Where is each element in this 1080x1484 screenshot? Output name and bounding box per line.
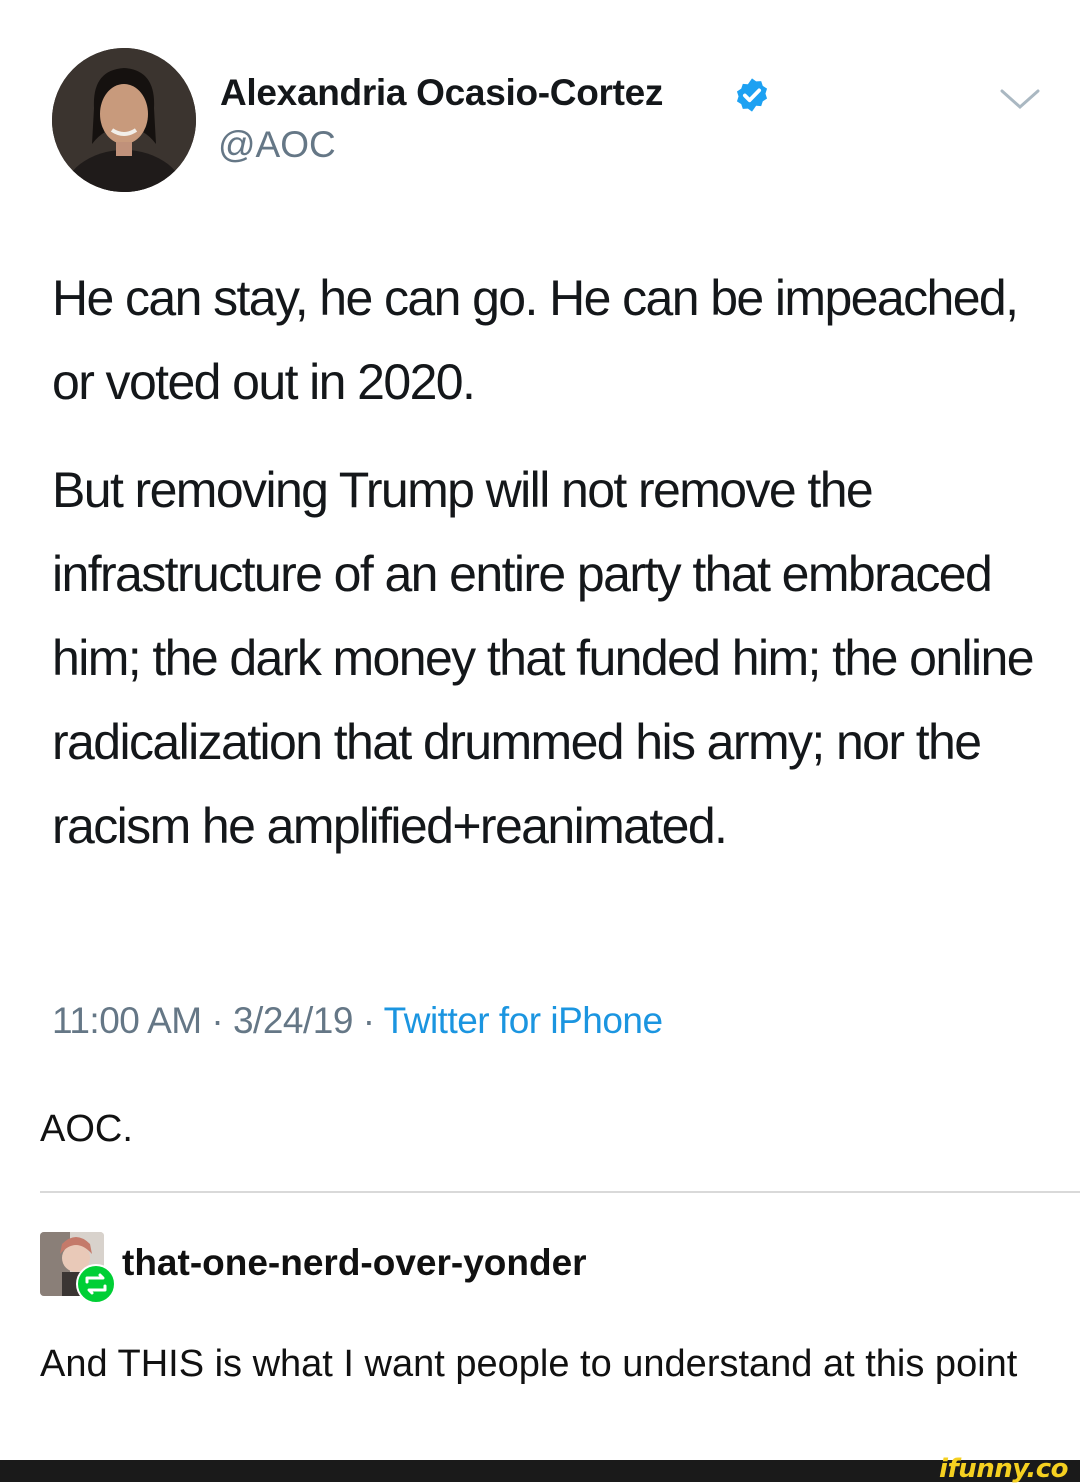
- reblog-comment: And THIS is what I want people to unders…: [40, 1343, 1018, 1385]
- meta-separator: ·: [362, 1000, 375, 1041]
- watermark-logo: ifunny.co: [939, 1454, 1068, 1484]
- reblog-icon: [76, 1264, 116, 1304]
- footer-bar: [0, 1460, 1080, 1482]
- chevron-down-icon[interactable]: [998, 86, 1042, 112]
- author-avatar[interactable]: [52, 48, 196, 192]
- verified-badge-icon: [736, 78, 768, 112]
- tweet-source-link[interactable]: Twitter for iPhone: [384, 1000, 663, 1041]
- post-caption: AOC.: [40, 1108, 133, 1150]
- tweet-time[interactable]: 11:00 AM: [52, 1000, 202, 1041]
- author-name[interactable]: Alexandria Ocasio-Cortez: [220, 72, 663, 114]
- divider: [40, 1191, 1080, 1193]
- tweet-paragraph: But removing Trump will not remove the i…: [52, 462, 1035, 854]
- tweet-text: He can stay, he can go. He can be impeac…: [52, 256, 1052, 868]
- tweet-card: Alexandria Ocasio-Cortez @AOC He can sta…: [0, 0, 1080, 1080]
- reblogger-username[interactable]: that-one-nerd-over-yonder: [122, 1242, 587, 1284]
- tweet-meta: 11:00 AM · 3/24/19 · Twitter for iPhone: [52, 1000, 663, 1042]
- meta-separator: ·: [211, 1000, 224, 1041]
- tweet-paragraph: He can stay, he can go. He can be impeac…: [52, 270, 1019, 410]
- author-handle[interactable]: @AOC: [218, 124, 336, 166]
- tweet-date[interactable]: 3/24/19: [233, 1000, 353, 1041]
